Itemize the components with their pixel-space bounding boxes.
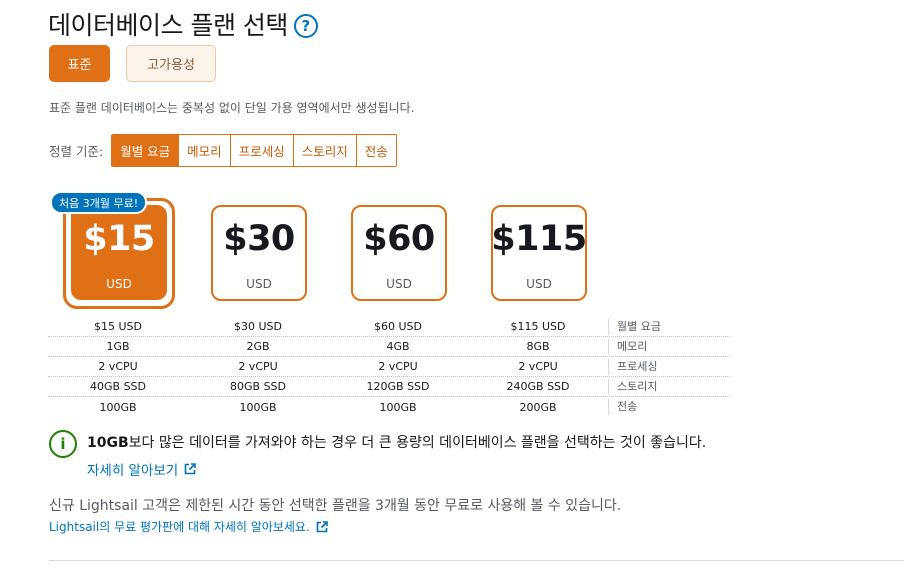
spec-cell: $30 USD xyxy=(234,320,282,333)
external-link-icon xyxy=(316,520,328,532)
plan-card-15[interactable]: $15 USD xyxy=(71,205,167,300)
spec-cell: 2 vCPU xyxy=(518,360,558,373)
plan-currency: USD xyxy=(246,277,272,291)
sort-row: 정렬 기준: 월별 요금 메모리 프로세싱 스토리지 전송 xyxy=(49,134,397,167)
plan-card-30[interactable]: $30 USD xyxy=(211,205,307,301)
free-tier-text: 신규 Lightsail 고객은 제한된 시간 동안 선택한 플랜을 3개월 동… xyxy=(49,498,622,514)
spec-cell: 4GB xyxy=(386,340,410,353)
sort-memory-button[interactable]: 메모리 xyxy=(179,135,231,166)
section-divider xyxy=(49,560,904,561)
plan-card-115[interactable]: $115 USD xyxy=(491,205,587,301)
sort-processing-button[interactable]: 프로세싱 xyxy=(230,135,294,166)
plan-price: $30 xyxy=(223,219,295,259)
free-tier-link[interactable]: Lightsail의 무료 평가판에 대해 자세히 알아보세요. xyxy=(49,518,328,535)
plan-price: $115 xyxy=(491,219,587,259)
sort-storage-button[interactable]: 스토리지 xyxy=(293,135,357,166)
learn-more-label: 자세히 알아보기 xyxy=(87,463,179,479)
help-icon[interactable]: ? xyxy=(293,13,318,38)
page-title: 데이터베이스 플랜 선택 xyxy=(48,11,288,40)
plan-card-60[interactable]: $60 USD xyxy=(351,205,447,301)
info-alert: i 10GB보다 많은 데이터를 가져와야 하는 경우 더 큰 용량의 데이터베… xyxy=(49,430,706,479)
spec-cell: 120GB SSD xyxy=(366,380,430,393)
plan-spec-table: $15 USD $30 USD $60 USD $115 USD 월별 요금 1… xyxy=(48,317,730,417)
spec-cell: 8GB xyxy=(526,340,550,353)
spec-cell: 100GB xyxy=(379,400,417,414)
spec-cell: $60 USD xyxy=(374,320,422,333)
mode-high-availability-button[interactable]: 고가용성 xyxy=(126,45,216,82)
info-message: 10GB보다 많은 데이터를 가져와야 하는 경우 더 큰 용량의 데이터베이스… xyxy=(87,432,706,452)
spec-row-processing: 2 vCPU 2 vCPU 2 vCPU 2 vCPU 프로세싱 xyxy=(48,357,730,377)
spec-row-storage: 40GB SSD 80GB SSD 120GB SSD 240GB SSD 스토… xyxy=(48,377,730,397)
sort-transfer-button[interactable]: 전송 xyxy=(356,135,396,166)
info-bold-text: 10GB xyxy=(87,435,129,451)
spec-cell: 2 vCPU xyxy=(238,360,278,373)
sort-monthly-price-button[interactable]: 월별 요금 xyxy=(112,135,180,166)
spec-cell: $115 USD xyxy=(510,320,566,333)
spec-cell: 100GB xyxy=(239,400,277,414)
spec-cell: 2GB xyxy=(246,340,270,353)
spec-cell: 100GB xyxy=(99,400,137,414)
spec-cell: 240GB SSD xyxy=(506,380,570,393)
plan-mode-selector: 표준 고가용성 xyxy=(49,45,216,82)
plan-currency: USD xyxy=(386,277,412,291)
info-body-text: 보다 많은 데이터를 가져와야 하는 경우 더 큰 용량의 데이터베이스 플랜을… xyxy=(128,435,707,451)
plan-description: 표준 플랜 데이터베이스는 중복성 없이 단일 가용 영역에서만 생성됩니다. xyxy=(49,101,415,115)
info-icon: i xyxy=(49,430,77,458)
spec-cell: 1GB xyxy=(106,340,130,353)
spec-label: 메모리 xyxy=(608,338,730,355)
sort-label: 정렬 기준: xyxy=(49,144,104,159)
spec-cell: 80GB SSD xyxy=(230,380,286,393)
spec-cell: 40GB SSD xyxy=(90,380,146,393)
spec-row-monthly-price: $15 USD $30 USD $60 USD $115 USD 월별 요금 xyxy=(48,317,730,337)
spec-cell: 2 vCPU xyxy=(98,360,138,373)
free-tier-link-label: Lightsail의 무료 평가판에 대해 자세히 알아보세요. xyxy=(49,520,310,534)
plan-price: $60 xyxy=(363,219,435,259)
learn-more-link[interactable]: 자세히 알아보기 xyxy=(87,459,706,479)
spec-label: 전송 xyxy=(608,399,730,415)
mode-standard-button[interactable]: 표준 xyxy=(49,45,110,82)
spec-cell: $15 USD xyxy=(94,320,142,333)
spec-label: 월별 요금 xyxy=(608,318,730,335)
spec-row-memory: 1GB 2GB 4GB 8GB 메모리 xyxy=(48,337,730,357)
sort-segmented-control: 월별 요금 메모리 프로세싱 스토리지 전송 xyxy=(111,134,397,167)
spec-label: 프로세싱 xyxy=(608,358,730,375)
plan-currency: USD xyxy=(106,277,132,291)
plan-currency: USD xyxy=(526,277,552,291)
plan-price: $15 xyxy=(83,219,155,259)
external-link-icon xyxy=(184,463,197,475)
spec-label: 스토리지 xyxy=(608,378,730,395)
free-trial-badge: 처음 3개월 무료! xyxy=(50,191,148,214)
spec-cell: 2 vCPU xyxy=(378,360,418,373)
spec-row-transfer: 100GB 100GB 100GB 200GB 전송 xyxy=(48,397,730,417)
info-content: 10GB보다 많은 데이터를 가져와야 하는 경우 더 큰 용량의 데이터베이스… xyxy=(87,430,706,479)
spec-cell: 200GB xyxy=(519,400,557,414)
page-header: 데이터베이스 플랜 선택 ? xyxy=(48,6,318,42)
